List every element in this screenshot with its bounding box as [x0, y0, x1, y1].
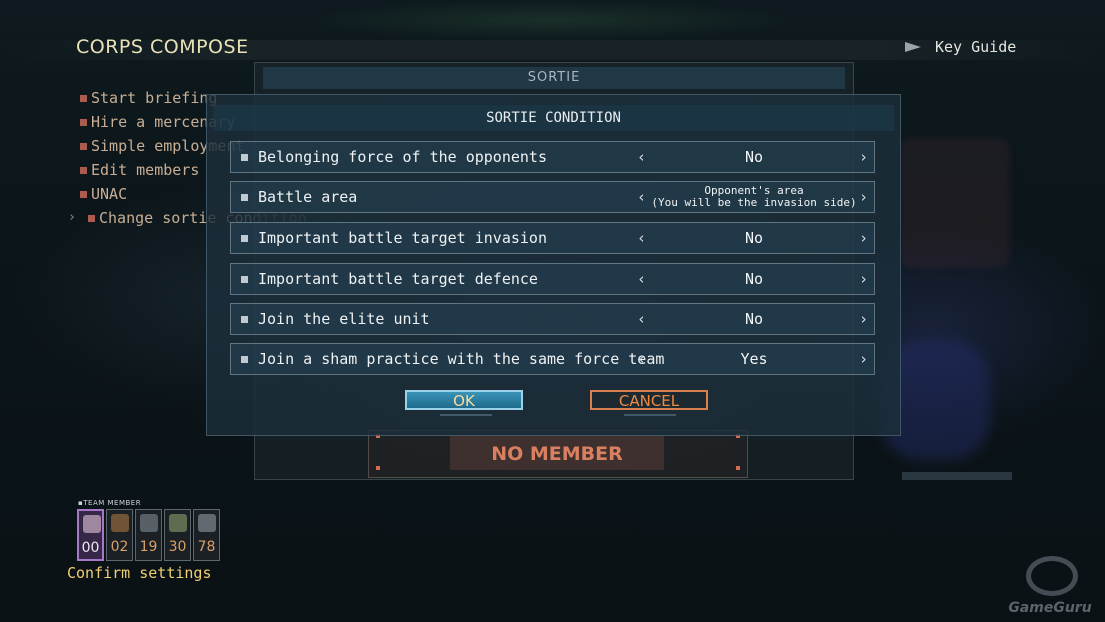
cancel-button[interactable]: CANCEL	[590, 390, 708, 410]
page-title: CORPS COMPOSE	[76, 36, 249, 58]
menu-item-label: Edit members	[91, 161, 200, 179]
bullet-icon	[80, 166, 87, 174]
triangle-icon	[905, 42, 921, 52]
team-slot-number: 19	[139, 539, 158, 555]
selection-caret-icon: ›	[68, 210, 76, 225]
arrow-right-icon[interactable]: ›	[859, 344, 868, 374]
bullet-icon	[80, 118, 87, 126]
sortie-panel-title: SORTIE	[263, 67, 845, 89]
watermark-text: GameGuru	[1008, 600, 1092, 616]
emblem-icon	[198, 514, 216, 532]
team-slot[interactable]: 19	[135, 509, 162, 561]
option-value: No	[744, 270, 764, 288]
option-row-belonging-force[interactable]: Belonging force of the opponents ‹ No ›	[230, 141, 875, 173]
emblem-preview	[900, 138, 1010, 268]
team-slot-number: 78	[197, 539, 216, 555]
option-label: Join the elite unit	[258, 310, 430, 328]
team-member-slots: 00 02 19 30 78	[77, 509, 220, 561]
button-underline	[440, 414, 492, 416]
option-value-line: (You will be the invasion side)	[651, 196, 857, 209]
game-screen: CORPS COMPOSE Key Guide Start briefing H…	[0, 0, 1105, 622]
team-slot-number: 30	[168, 539, 187, 555]
frame-corner-dot	[376, 466, 380, 470]
emblem-icon	[83, 515, 101, 533]
button-underline	[624, 414, 676, 416]
option-row-elite-unit[interactable]: Join the elite unit ‹ No ›	[230, 303, 875, 335]
option-value: Yes	[740, 350, 768, 368]
arrow-left-icon[interactable]: ‹	[637, 264, 646, 294]
bullet-icon	[80, 142, 87, 150]
option-value: No	[744, 310, 764, 328]
team-member-text: TEAM MEMBER	[83, 499, 142, 507]
option-row-target-invasion[interactable]: Important battle target invasion ‹ No ›	[230, 222, 875, 254]
team-member-label: ▪TEAM MEMBER	[78, 499, 142, 507]
arrow-left-icon[interactable]: ‹	[637, 223, 646, 253]
frame-corner-dot	[736, 466, 740, 470]
team-slot[interactable]: 02	[106, 509, 133, 561]
option-label: Battle area	[258, 188, 358, 206]
option-value: No	[744, 229, 764, 247]
option-label: Join a sham practice with the same force…	[258, 350, 665, 368]
option-label: Important battle target defence	[258, 270, 538, 288]
option-row-sham-practice[interactable]: Join a sham practice with the same force…	[230, 343, 875, 375]
arrow-right-icon[interactable]: ›	[859, 304, 868, 334]
watermark: GameGuru	[1000, 556, 1100, 620]
arrow-right-icon[interactable]: ›	[859, 223, 868, 253]
bullet-icon	[241, 316, 248, 323]
watermark-logo-icon	[1026, 556, 1078, 596]
bullet-icon	[241, 356, 248, 363]
emblem-icon	[169, 514, 187, 532]
menu-item-label: UNAC	[91, 185, 128, 203]
no-member-button[interactable]: NO MEMBER	[450, 436, 664, 470]
option-row-target-defence[interactable]: Important battle target defence ‹ No ›	[230, 263, 875, 295]
emblem-icon	[111, 514, 129, 532]
option-label: Important battle target invasion	[258, 229, 547, 247]
ok-button[interactable]: OK	[405, 390, 523, 410]
dialog-title: SORTIE CONDITION	[213, 105, 894, 131]
bullet-icon	[80, 94, 87, 102]
bullet-icon	[241, 235, 248, 242]
bullet-icon	[241, 154, 248, 161]
team-slot[interactable]: 78	[193, 509, 220, 561]
arrow-left-icon[interactable]: ‹	[637, 142, 646, 172]
bullet-icon	[241, 276, 248, 283]
option-label: Belonging force of the opponents	[258, 148, 547, 166]
option-row-battle-area[interactable]: Battle area ‹ Opponent's area (You will …	[230, 181, 875, 213]
team-slot[interactable]: 30	[164, 509, 191, 561]
arrow-right-icon[interactable]: ›	[859, 264, 868, 294]
arrow-left-icon[interactable]: ‹	[637, 344, 646, 374]
option-value: Opponent's area (You will be the invasio…	[649, 185, 859, 209]
status-bar	[902, 472, 1012, 480]
top-glow	[300, 0, 800, 40]
arrow-right-icon[interactable]: ›	[859, 142, 868, 172]
bullet-icon	[88, 214, 95, 222]
arrow-right-icon[interactable]: ›	[859, 182, 868, 212]
confirm-settings-hint: Confirm settings	[67, 564, 212, 582]
arrow-left-icon[interactable]: ‹	[637, 304, 646, 334]
team-slot[interactable]: 00	[77, 509, 104, 561]
bullet-icon	[80, 190, 87, 198]
bullet-icon	[241, 194, 248, 201]
key-guide-button[interactable]: Key Guide	[905, 38, 1016, 56]
option-value: No	[744, 148, 764, 166]
emblem-icon	[140, 514, 158, 532]
arrow-left-icon[interactable]: ‹	[637, 182, 646, 212]
team-slot-number: 00	[81, 540, 100, 556]
sortie-condition-dialog: SORTIE CONDITION Belonging force of the …	[206, 94, 901, 436]
team-slot-number: 02	[110, 539, 129, 555]
key-guide-label: Key Guide	[935, 38, 1017, 56]
menu-item-label: Start briefing	[91, 89, 218, 107]
